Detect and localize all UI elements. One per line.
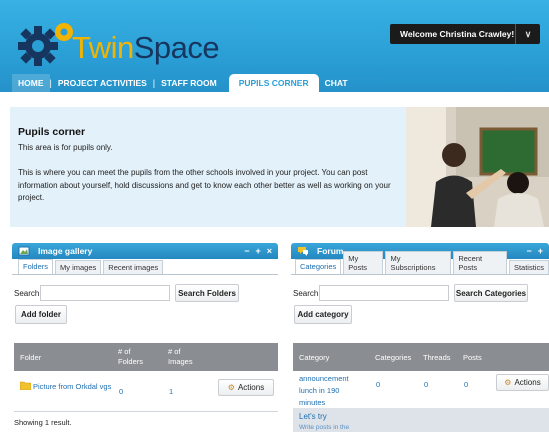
welcome-text: Welcome Christina Crawley! — [400, 29, 515, 39]
user-menu[interactable]: Welcome Christina Crawley! ∨ — [390, 24, 540, 44]
tab-my-posts[interactable]: My Posts — [343, 251, 384, 274]
tab-recent-posts[interactable]: Recent Posts — [453, 251, 507, 274]
logo-space-text: Space — [133, 30, 220, 65]
tab-recent-images[interactable]: Recent images — [103, 260, 164, 274]
result-count: Showing 1 result. — [14, 418, 72, 427]
wrench-icon: ⚙ — [227, 383, 235, 392]
main-nav: HOME | PROJECT ACTIVITIES | STAFF ROOM P… — [12, 74, 354, 92]
category-link[interactable]: Let's try — [299, 412, 327, 421]
col-num-images: # of Images — [168, 347, 193, 366]
nav-chat[interactable]: CHAT — [319, 78, 354, 88]
gear-logo-icon — [18, 23, 73, 66]
tab-my-subscriptions[interactable]: My Subscriptions — [385, 251, 452, 274]
image-gallery-title-bar: Image gallery − + × — [12, 243, 278, 259]
add-category-button[interactable]: Add category — [294, 305, 352, 324]
col-threads: Threads — [423, 353, 451, 362]
actions-button[interactable]: ⚙ Actions — [496, 374, 549, 391]
actions-label: Actions — [514, 378, 541, 387]
tab-statistics[interactable]: Statistics — [508, 260, 549, 274]
gallery-tabs: Folders My images Recent images — [12, 259, 278, 275]
col-posts: Posts — [463, 353, 482, 362]
posts-count: 0 — [464, 380, 469, 389]
forum-portlet: Forum − + Categories My Posts My Subscri… — [291, 243, 549, 432]
threads-count: 0 — [424, 380, 429, 389]
categories-count: 0 — [376, 380, 381, 389]
image-gallery-title: Image gallery — [38, 246, 93, 256]
forum-icon — [298, 247, 308, 256]
gallery-search-input[interactable] — [40, 285, 170, 301]
intro-body: This is where you can meet the pupils fr… — [18, 168, 391, 202]
nav-pupils-corner[interactable]: PUPILS CORNER — [228, 74, 319, 92]
forum-search-row: Search Search Categories — [293, 284, 528, 302]
nav-staff-room[interactable]: STAFF ROOM — [155, 78, 223, 88]
nav-project-activities[interactable]: PROJECT ACTIVITIES — [52, 78, 153, 88]
folder-icon — [20, 381, 31, 390]
col-category: Category — [299, 353, 330, 362]
tab-categories[interactable]: Categories — [295, 259, 342, 274]
forum-search-label: Search — [293, 288, 319, 298]
pupils-photo-image — [406, 107, 549, 227]
site-header: TwinSpace Welcome Christina Crawley! ∨ H… — [0, 0, 549, 92]
col-num-folders: # of Folders — [118, 347, 144, 366]
forum-tabs: Categories My Posts My Subscriptions Rec… — [291, 251, 549, 275]
chevron-down-icon[interactable]: ∨ — [516, 29, 540, 40]
portlet-controls: − + — [526, 246, 549, 256]
search-categories-button[interactable]: Search Categories — [454, 284, 528, 302]
image-count: 1 — [169, 387, 174, 396]
actions-label: Actions — [237, 383, 265, 392]
table-row: announcement lunch in 190 minutes 0 0 0 … — [293, 363, 549, 407]
add-folder-button[interactable]: Add folder — [15, 305, 67, 324]
tab-my-images[interactable]: My images — [55, 260, 102, 274]
folder-count: 0 — [119, 387, 124, 396]
category-link[interactable]: announcement lunch in 190 minutes — [299, 373, 367, 409]
table-row: Let's try Write posts in the — [293, 408, 549, 432]
col-folder: Folder — [20, 353, 42, 362]
wrench-icon: ⚙ — [504, 378, 512, 387]
forum-title: Forum — [317, 246, 344, 256]
image-gallery-portlet: Image gallery − + × Folders My images Re… — [12, 243, 278, 432]
gallery-search-row: Search Search Folders — [14, 284, 239, 302]
tab-folders[interactable]: Folders — [18, 259, 54, 274]
minimize-icon[interactable]: − — [526, 246, 531, 256]
maximize-icon[interactable]: + — [255, 246, 260, 256]
gallery-table-header: Folder # of Folders # of Images — [14, 343, 278, 371]
actions-button[interactable]: ⚙ Actions — [218, 379, 274, 396]
nav-home[interactable]: HOME — [12, 74, 50, 92]
folder-link[interactable]: Picture from Orkdal vgs — [33, 381, 113, 392]
intro-panel: Pupils corner This area is for pupils on… — [10, 107, 549, 227]
search-folders-button[interactable]: Search Folders — [175, 284, 239, 302]
image-gallery-icon — [18, 246, 30, 256]
intro-subtitle: This area is for pupils only. — [18, 143, 113, 152]
twinspace-logo[interactable]: TwinSpace — [72, 30, 220, 66]
maximize-icon[interactable]: + — [538, 246, 543, 256]
table-row: Picture from Orkdal vgs 0 1 ⚙ Actions — [14, 379, 278, 405]
forum-search-input[interactable] — [319, 285, 449, 301]
logo-twin-text: Twin — [72, 30, 134, 65]
minimize-icon[interactable]: − — [244, 246, 249, 256]
close-icon[interactable]: × — [267, 246, 272, 256]
divider — [14, 411, 278, 412]
page-title: Pupils corner — [18, 126, 86, 138]
category-description: Write posts in the — [299, 424, 350, 431]
pupils-photo — [406, 107, 549, 227]
portlet-controls: − + × — [244, 246, 278, 256]
gallery-search-label: Search — [14, 288, 40, 298]
col-categories: Categories — [375, 353, 412, 362]
